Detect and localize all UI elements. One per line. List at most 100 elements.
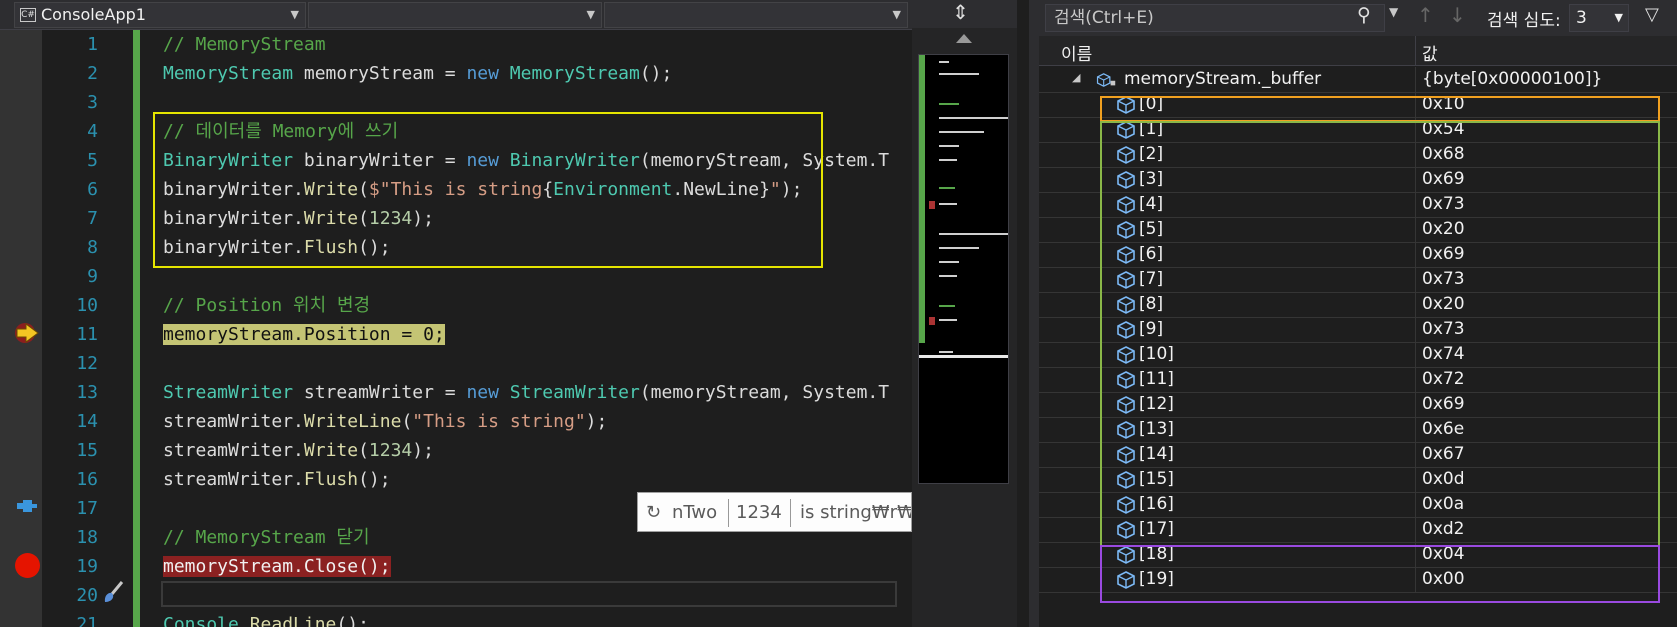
line-number: 12: [76, 353, 98, 374]
code-token: ();: [336, 614, 369, 627]
quick-actions-brush-icon[interactable]: [100, 580, 126, 606]
collapse-triangle-icon[interactable]: ◢: [1072, 71, 1080, 84]
code-token: 1234: [368, 440, 413, 461]
search-depth-label: 검색 심도:: [1487, 11, 1561, 31]
code-token: ();: [639, 63, 673, 84]
code-line[interactable]: memoryStream.Close();: [163, 552, 391, 581]
value-column-header[interactable]: 값: [1422, 40, 1438, 65]
search-previous-icon[interactable]: ↑: [1417, 3, 1434, 27]
code-token: );: [585, 411, 608, 432]
minimap[interactable]: [918, 54, 1009, 484]
datatip-item-name: nTwo: [672, 502, 718, 523]
execution-pointer-icon[interactable]: [14, 322, 40, 344]
code-line[interactable]: StreamWriter streamWriter = new StreamWr…: [163, 378, 889, 407]
code-line[interactable]: // Position 위치 변경: [163, 291, 370, 320]
search-next-icon[interactable]: ↓: [1449, 3, 1466, 27]
line-number: 4: [87, 121, 98, 142]
line-number: 21: [76, 614, 98, 627]
line-number: 18: [76, 527, 98, 548]
code-token: (: [401, 411, 413, 432]
code-token: (: [358, 440, 369, 461]
line-number: 17: [76, 498, 98, 519]
refresh-icon[interactable]: ↻: [646, 495, 661, 531]
chevron-down-icon: ▼: [1614, 11, 1623, 24]
datatip-divider: [728, 499, 729, 527]
watch-row-value: {byte[0x00000100]}: [1422, 69, 1603, 89]
line-number: 20: [76, 585, 98, 606]
code-token: WriteLine: [303, 411, 402, 432]
watch-row-name: memoryStream._buffer: [1124, 69, 1322, 89]
line-number: 8: [87, 237, 98, 258]
split-handle[interactable]: ⇕: [912, 0, 1017, 28]
code-line[interactable]: streamWriter.Write(1234);: [163, 436, 434, 465]
code-token: "This is string": [412, 411, 586, 432]
annotation-box-green: [1100, 121, 1660, 547]
code-token: Write: [303, 440, 359, 461]
line-number: 5: [87, 150, 98, 171]
line-number: 13: [76, 382, 98, 403]
project-dropdown[interactable]: C# ConsoleApp1 ▼: [14, 2, 306, 28]
line-number: 2: [87, 63, 98, 84]
name-column-header[interactable]: 이름: [1061, 40, 1092, 65]
breakpoint-icon[interactable]: [15, 553, 40, 578]
code-token: .: [238, 614, 250, 627]
line-number: 15: [76, 440, 98, 461]
search-icon[interactable]: ⚲: [1357, 4, 1371, 26]
code-token: Flush: [303, 469, 359, 490]
line-number: 6: [87, 179, 98, 200]
current-line-highlight: [161, 581, 897, 607]
code-line[interactable]: Console.ReadLine();: [163, 610, 369, 627]
code-token: streamWriter =: [293, 382, 467, 403]
minimap-breakpoint-marker: [929, 201, 935, 209]
annotation-box-binarywriter: [153, 112, 823, 268]
line-number: 7: [87, 208, 98, 229]
minimap-viewport[interactable]: [919, 355, 1008, 358]
code-token: MemoryStream: [163, 63, 294, 84]
minimap-breakpoint-marker: [929, 317, 935, 325]
code-token: memoryStream.Close();: [163, 556, 391, 577]
code-token: // MemoryStream 닫기: [163, 527, 370, 548]
code-token: // Position 위치 변경: [163, 295, 371, 316]
chevron-down-icon[interactable]: ▼: [1389, 5, 1398, 19]
minimap-change-bar: [919, 55, 925, 343]
csharp-project-icon: C#: [20, 8, 36, 22]
line-number: 1: [87, 34, 98, 55]
type-dropdown[interactable]: ▼: [308, 2, 602, 28]
search-depth-select[interactable]: 3 ▼: [1569, 4, 1629, 32]
member-dropdown[interactable]: ▼: [604, 2, 908, 28]
code-token: new: [466, 382, 499, 403]
code-line[interactable]: memoryStream.Position = 0;: [163, 320, 445, 349]
change-tracking-bar: [133, 30, 140, 627]
code-token: Console: [163, 614, 239, 627]
code-token: (memoryStream, System.T: [639, 382, 890, 403]
code-token: ();: [358, 469, 391, 490]
code-editor[interactable]: C# ConsoleApp1 ▼ ▼ ▼ // MemoryStream Memo…: [0, 0, 912, 627]
line-number: 16: [76, 469, 98, 490]
chevron-down-icon: ▼: [290, 8, 299, 21]
search-input[interactable]: 검색(Ctrl+E): [1045, 4, 1385, 32]
code-line[interactable]: // MemoryStream 닫기: [163, 523, 370, 552]
project-name: ConsoleApp1: [41, 5, 146, 24]
watch-row-root[interactable]: ◢ memoryStream._buffer {byte[0x00000100]…: [1039, 67, 1677, 93]
navigation-bar: C# ConsoleApp1 ▼ ▼ ▼: [0, 0, 912, 30]
line-number: 3: [87, 92, 98, 113]
code-line[interactable]: streamWriter.Flush();: [163, 465, 391, 494]
vertical-scrollbar-map[interactable]: ⇕: [912, 0, 1017, 627]
chevron-down-icon: ▼: [892, 8, 901, 21]
code-token: memoryStream =: [293, 63, 467, 84]
code-token: memoryStream.Position = 0;: [163, 324, 445, 345]
pinned-datatip-icon[interactable]: [16, 497, 38, 515]
watch-column-header: 이름 값: [1039, 36, 1677, 66]
scroll-up-arrow-icon[interactable]: [956, 34, 972, 43]
split-icon: ⇕: [952, 0, 969, 24]
code-line[interactable]: MemoryStream memoryStream = new MemorySt…: [163, 59, 672, 88]
pinned-datatip[interactable]: ↻ nTwo 1234 is string₩r₩: [637, 492, 912, 532]
filter-icon[interactable]: ▽: [1645, 4, 1659, 25]
code-token: MemoryStream: [509, 63, 640, 84]
code-token: streamWriter.: [163, 469, 304, 490]
code-line[interactable]: streamWriter.WriteLine("This is string")…: [163, 407, 607, 436]
code-line[interactable]: // MemoryStream: [163, 30, 326, 59]
code-token: new: [466, 63, 499, 84]
